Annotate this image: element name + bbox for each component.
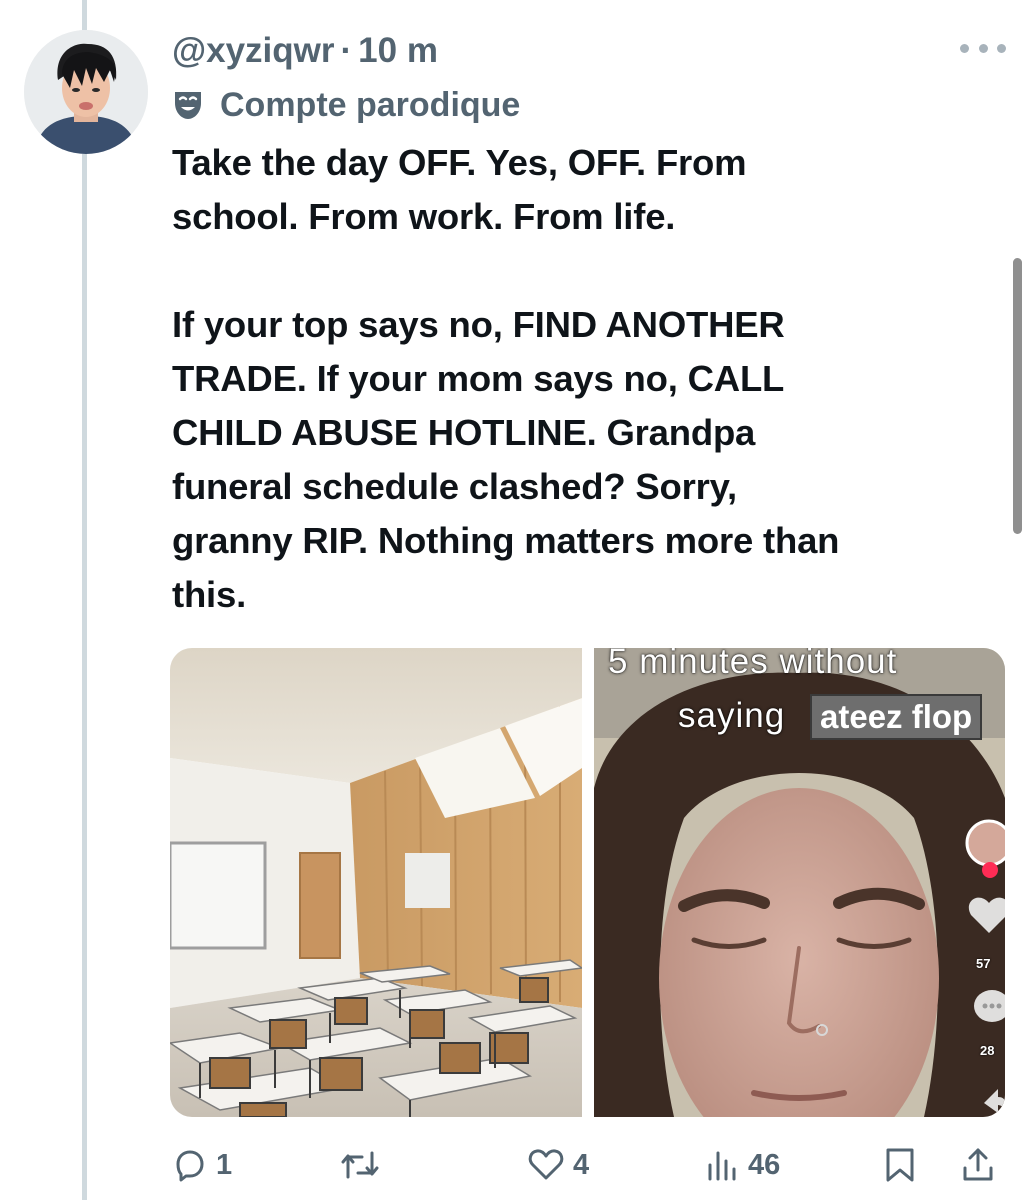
share-button[interactable] (960, 1140, 996, 1190)
bookmark-button[interactable] (884, 1140, 916, 1190)
classroom-illustration (170, 648, 582, 1117)
retweet-icon (341, 1151, 379, 1179)
heart-icon (528, 1149, 564, 1180)
tweet-page: @xyziqwr · 10 m Compte parodique Take th… (0, 0, 1030, 1200)
reply-count: 1 (216, 1148, 233, 1181)
tiktok-caption-line-2: saying (678, 696, 786, 735)
tweet-action-bar: 1 4 46 (172, 1140, 1012, 1190)
more-dots-icon[interactable] (960, 38, 1006, 58)
theater-mask-icon (175, 92, 201, 119)
scrollbar[interactable] (1013, 258, 1022, 534)
tiktok-caption-line-1: 5 minutes without (608, 648, 898, 681)
header-separator: · (340, 31, 353, 70)
avatar-image (24, 30, 148, 154)
tiktok-like-count: 57 (976, 956, 991, 971)
views-count: 46 (748, 1148, 781, 1181)
bookmark-icon (886, 1148, 914, 1182)
retweet-button[interactable] (340, 1140, 388, 1190)
tiktok-caption-box: ateez flop (810, 694, 983, 740)
reply-button[interactable]: 1 (172, 1140, 232, 1190)
like-button[interactable]: 4 (527, 1140, 589, 1190)
tweet-paragraph-2: If your top says no, FIND ANOTHER TRADE.… (172, 304, 840, 615)
parody-label-text: Compte parodique (220, 85, 521, 124)
parody-account-label[interactable]: Compte parodique (172, 82, 520, 128)
reply-bubble-icon (176, 1150, 204, 1182)
tweet-timestamp[interactable]: 10 m (358, 31, 438, 71)
tweet-header: @xyziqwr · 10 m (172, 26, 438, 76)
tiktok-comment-count: 28 (980, 1043, 995, 1058)
tweet-paragraph-1: Take the day OFF. Yes, OFF. From school.… (172, 142, 747, 237)
classroom-image[interactable] (170, 648, 582, 1117)
share-icon (963, 1148, 993, 1181)
views-button[interactable]: 46 (704, 1140, 780, 1190)
tweet-body: Take the day OFF. Yes, OFF. From school.… (172, 136, 992, 622)
tiktok-screenshot-image[interactable]: 5 minutes without saying ateez flop 57 2… (594, 648, 1005, 1117)
avatar[interactable] (24, 30, 148, 154)
user-handle[interactable]: @xyziqwr (172, 31, 335, 71)
views-bars-icon (708, 1151, 736, 1181)
thread-connector-line (82, 0, 87, 1200)
like-count: 4 (573, 1148, 590, 1181)
tweet-media[interactable]: 5 minutes without saying ateez flop 57 2… (170, 648, 1005, 1117)
